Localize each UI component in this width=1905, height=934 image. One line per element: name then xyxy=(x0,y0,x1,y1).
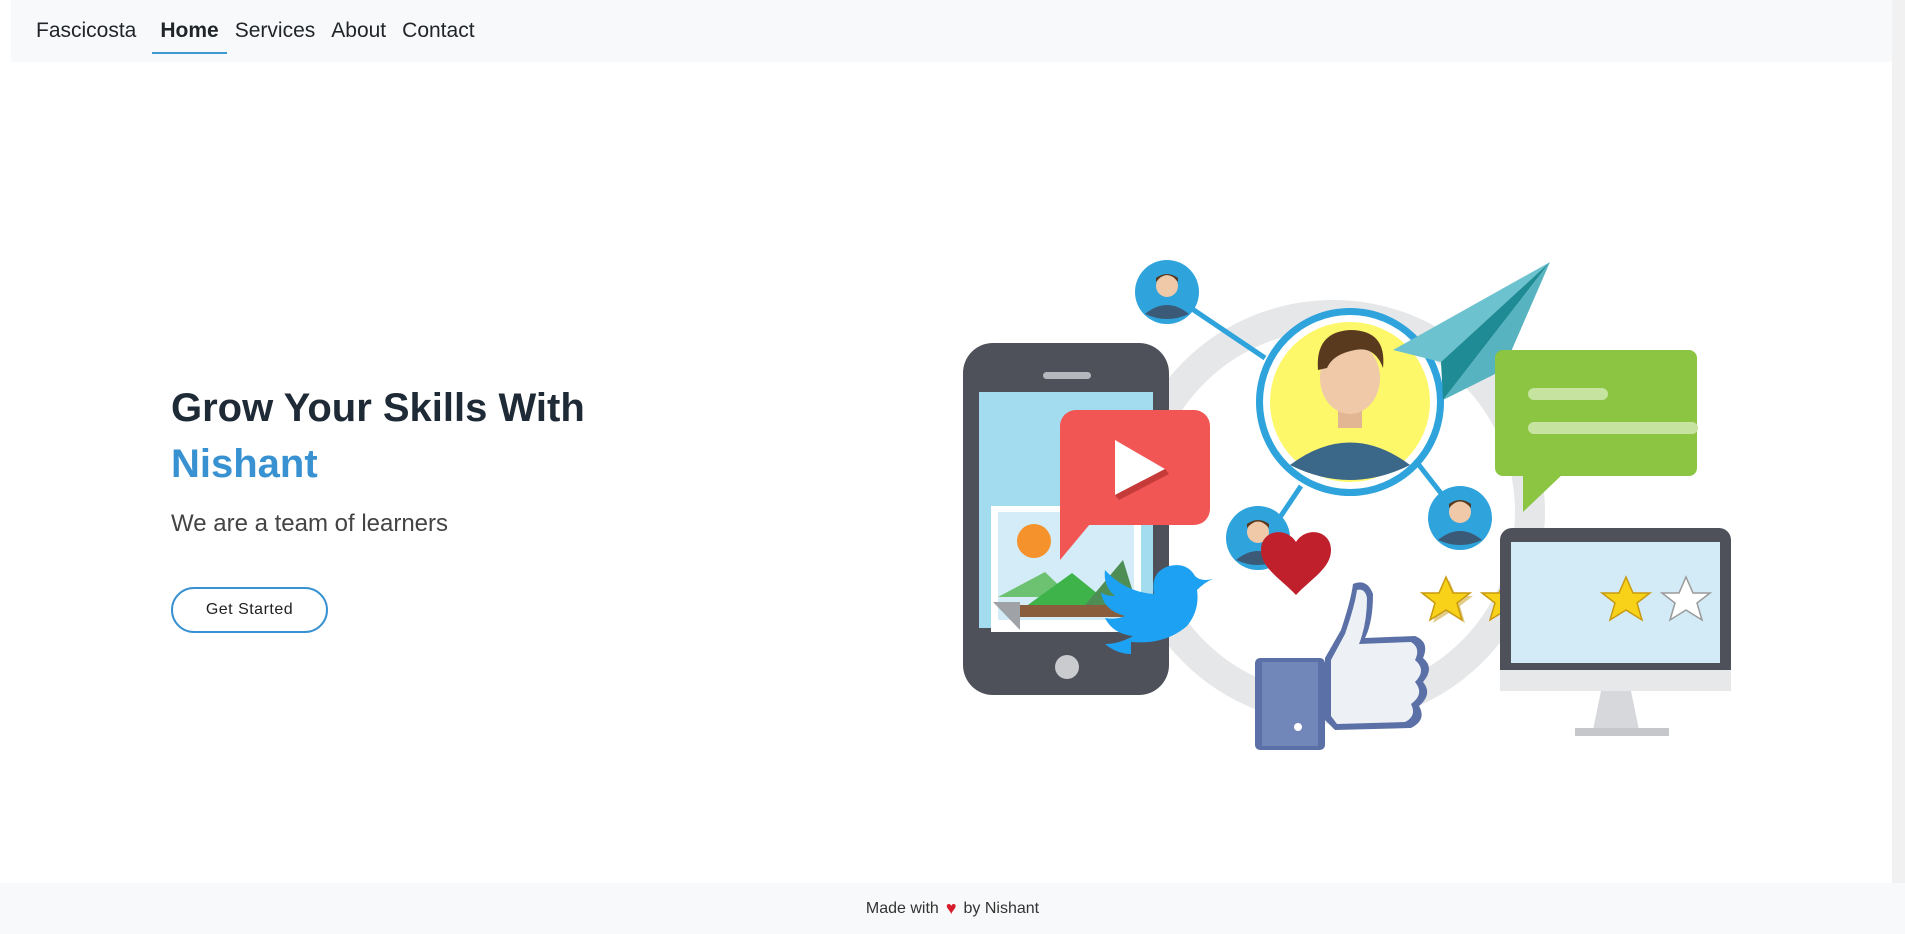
nav-link-home[interactable]: Home xyxy=(152,0,228,62)
hero-subtitle: We are a team of learners xyxy=(171,510,449,537)
hero-text: Grow Your Skills With Nishant We are a t… xyxy=(171,380,585,538)
avatar-top-left xyxy=(1135,260,1199,324)
heart-icon xyxy=(1261,532,1331,595)
footer-suffix: by Nishant xyxy=(963,899,1040,917)
monitor-icon xyxy=(1500,528,1731,736)
nav-link-about[interactable]: About xyxy=(323,0,394,62)
hero-title: Grow Your Skills With Nishant xyxy=(171,380,585,492)
scrollbar[interactable] xyxy=(1892,0,1905,883)
social-media-illustration xyxy=(963,260,1731,750)
nav-link-services[interactable]: Services xyxy=(227,0,324,62)
heart-icon: ♥ xyxy=(945,898,957,918)
brand-link[interactable]: Fascicosta xyxy=(36,19,136,43)
hero-name: Nishant xyxy=(171,442,318,486)
thumbs-up-icon xyxy=(1255,582,1429,750)
footer: Made with ♥ by Nishant xyxy=(0,883,1905,934)
hero-title-text: Grow Your Skills With xyxy=(171,386,585,430)
footer-prefix: Made with xyxy=(865,899,939,917)
avatar-bottom-right xyxy=(1428,486,1492,550)
avatar-main xyxy=(1256,308,1444,496)
chat-bubble-icon xyxy=(1495,350,1698,512)
get-started-button[interactable]: Get Started xyxy=(171,587,328,633)
nav-link-contact[interactable]: Contact xyxy=(394,0,482,62)
navbar: Fascicosta Home Services About Contact xyxy=(11,0,1892,62)
